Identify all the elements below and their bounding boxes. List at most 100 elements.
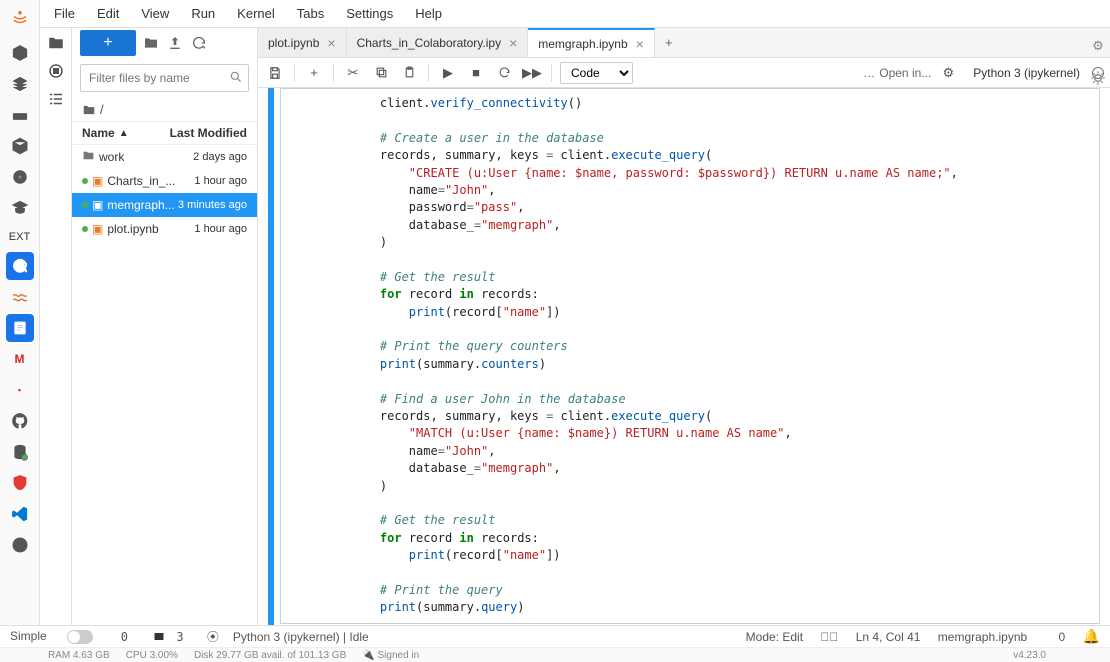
notebook-body: client.verify_connectivity() # Create a … [258, 88, 1110, 646]
header-modified[interactable]: Last Modified [170, 126, 247, 140]
menu-tabs[interactable]: Tabs [287, 2, 334, 25]
status-terminals[interactable]: 0 3 ⦿ [121, 628, 219, 645]
file-table-header: Name ▲ Last Modified [72, 121, 257, 145]
status-signed-in[interactable]: 🔌 Signed in [362, 650, 435, 661]
file-modified: 2 days ago [193, 151, 247, 163]
status-simple[interactable]: Simple [10, 629, 107, 644]
add-ext-icon[interactable] [6, 531, 34, 559]
jupyter-logo-icon[interactable] [6, 4, 34, 32]
cut-icon[interactable]: ✂ [342, 62, 364, 84]
status-cpu[interactable]: CPU 3.00% [126, 650, 178, 661]
close-icon[interactable]: × [509, 36, 517, 50]
running-indicator-icon [82, 178, 88, 184]
file-row[interactable]: work 2 days ago [72, 145, 257, 169]
run-all-icon[interactable]: ▶▶ [521, 62, 543, 84]
wave-icon[interactable] [6, 283, 34, 311]
open-in-button[interactable]: … Open in... [863, 66, 931, 80]
file-row[interactable]: ▣plot.ipynb1 hour ago [72, 217, 257, 241]
refresh-ext-icon[interactable] [6, 252, 34, 280]
gear-icon[interactable]: ⚙ [937, 62, 959, 84]
settings-rail-icon[interactable]: ⚙ [1092, 38, 1104, 54]
file-row[interactable]: ▣Charts_in_...1 hour ago [72, 169, 257, 193]
toc-tab-icon[interactable] [47, 90, 65, 108]
folder-icon [82, 149, 95, 165]
vscode-icon[interactable] [6, 500, 34, 528]
status-file[interactable]: memgraph.ipynb [938, 630, 1027, 644]
save-icon[interactable] [264, 62, 286, 84]
pdf-icon[interactable]: ▪ [6, 376, 34, 404]
status-version[interactable]: v4.23.0 [1013, 650, 1046, 661]
tab-label: Charts_in_Colaboratory.ipy [357, 36, 502, 50]
file-modified: 3 minutes ago [178, 199, 247, 211]
menu-help[interactable]: Help [405, 2, 452, 25]
filter-input[interactable] [80, 64, 249, 92]
package-icon[interactable] [6, 132, 34, 160]
status-kernel[interactable]: Python 3 (ipykernel) | Idle [233, 630, 369, 644]
status-trusted-icon[interactable]: ✓⃝ [820, 630, 838, 644]
bell-icon: 🔔 [1083, 628, 1100, 644]
running-indicator-icon [82, 202, 88, 208]
run-icon[interactable]: ▶ [437, 62, 459, 84]
add-cell-icon[interactable]: + [303, 62, 325, 84]
menu-run[interactable]: Run [181, 2, 225, 25]
close-icon[interactable]: × [636, 37, 644, 51]
editor-tabs: plot.ipynb×Charts_in_Colaboratory.ipy×me… [258, 28, 1110, 58]
file-name: Charts_in_... [107, 174, 175, 188]
editor-area: plot.ipynb×Charts_in_Colaboratory.ipy×me… [258, 28, 1110, 646]
graduation-icon[interactable] [6, 194, 34, 222]
code-cell[interactable]: client.verify_connectivity() # Create a … [280, 88, 1100, 624]
file-browser-panel: + / [40, 28, 258, 646]
status-notif[interactable]: 0 🔔 [1045, 630, 1100, 644]
notebook-toolbar: + ✂ ▶ ■ ▶▶ Code … Open in... ⚙ Python 3 … [258, 58, 1110, 88]
github-icon[interactable] [6, 407, 34, 435]
ext-label: EXT [9, 231, 30, 243]
editor-tab[interactable]: memgraph.ipynb× [528, 28, 655, 57]
add-tab-button[interactable]: + [655, 28, 683, 57]
status-mode[interactable]: Mode: Edit [746, 630, 803, 644]
restart-icon[interactable] [493, 62, 515, 84]
file-browser-toolbar: + [72, 28, 257, 58]
database-icon[interactable] [6, 438, 34, 466]
kernel-name[interactable]: Python 3 (ipykernel) [973, 66, 1080, 80]
new-launcher-button[interactable]: + [80, 30, 136, 56]
menu-kernel[interactable]: Kernel [227, 2, 285, 25]
close-icon[interactable]: × [327, 36, 335, 50]
file-row[interactable]: ▣memgraph...3 minutes ago [72, 193, 257, 217]
debug-rail-icon[interactable] [1090, 70, 1106, 89]
new-folder-icon[interactable] [142, 34, 160, 52]
menu-settings[interactable]: Settings [336, 2, 403, 25]
file-modified: 1 hour ago [194, 175, 247, 187]
target-icon[interactable] [6, 163, 34, 191]
status-disk[interactable]: Disk 29.77 GB avail. of 101.13 GB [194, 650, 346, 661]
notebook-icon: ▣ [92, 222, 103, 236]
layers-icon[interactable] [6, 70, 34, 98]
celltype-select[interactable]: Code [560, 62, 633, 84]
running-tab-icon[interactable] [47, 62, 65, 80]
copy-icon[interactable] [370, 62, 392, 84]
file-modified: 1 hour ago [194, 223, 247, 235]
refresh-icon[interactable] [190, 34, 208, 52]
status-cursor[interactable]: Ln 4, Col 41 [856, 630, 921, 644]
menu-edit[interactable]: Edit [87, 2, 129, 25]
status-ram[interactable]: RAM 4.63 GB [48, 650, 110, 661]
simple-toggle[interactable] [67, 630, 93, 644]
folder-tab-icon[interactable] [47, 34, 65, 52]
right-rail: ⚙ [1086, 30, 1110, 89]
doc-ext-icon[interactable] [6, 314, 34, 342]
box-icon[interactable] [6, 39, 34, 67]
upload-icon[interactable] [166, 34, 184, 52]
cell-gutter-bar[interactable] [268, 88, 274, 646]
shield-icon[interactable] [6, 469, 34, 497]
matplotlib-icon[interactable]: M [6, 345, 34, 373]
tray-icon[interactable] [6, 101, 34, 129]
menu-file[interactable]: File [44, 2, 85, 25]
editor-tab[interactable]: Charts_in_Colaboratory.ipy × [347, 28, 529, 57]
breadcrumb[interactable]: / [72, 98, 257, 121]
paste-icon[interactable] [398, 62, 420, 84]
menu-view[interactable]: View [131, 2, 179, 25]
notebook-icon: ▣ [92, 198, 103, 212]
stop-icon[interactable]: ■ [465, 62, 487, 84]
header-name[interactable]: Name [82, 126, 115, 140]
file-name: work [99, 150, 124, 164]
editor-tab[interactable]: plot.ipynb× [258, 28, 347, 57]
